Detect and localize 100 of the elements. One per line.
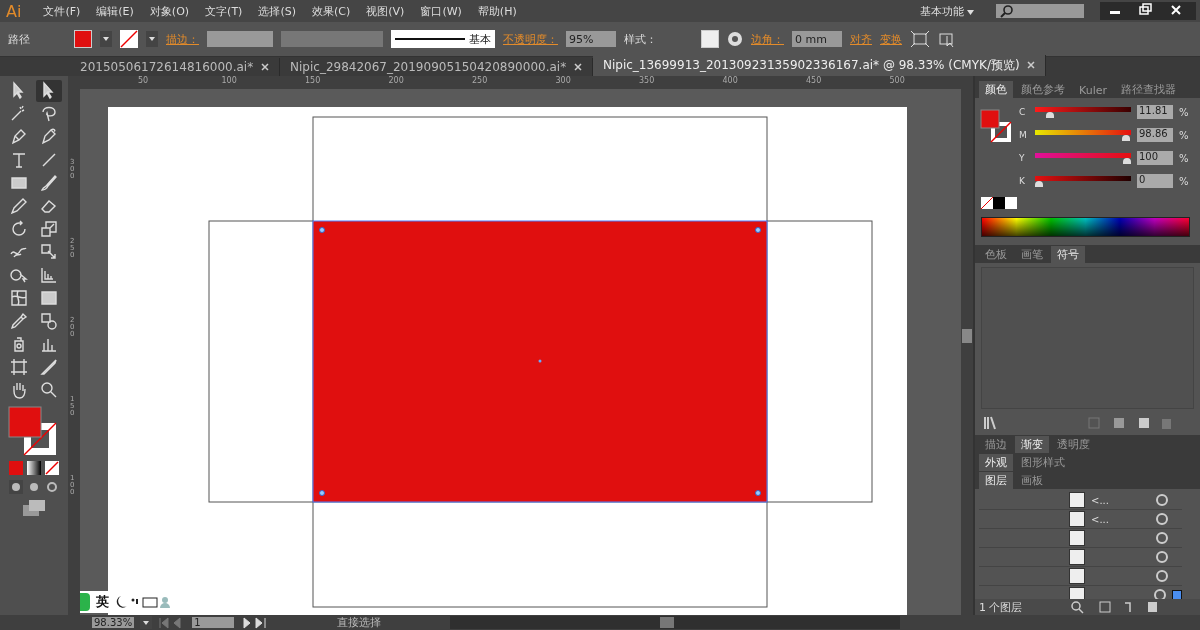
layer-row[interactable]: <... (979, 491, 1182, 510)
panel-tab[interactable]: 画笔 (1015, 246, 1049, 263)
style-swatch[interactable] (701, 30, 719, 48)
layer-thumbnail (1069, 530, 1085, 546)
menu-item[interactable]: 文件(F) (43, 3, 81, 19)
stroke-style-field[interactable]: 基本 (391, 30, 495, 48)
document-tab[interactable]: Nipic_13699913_20130923135902336167.ai* @ 98.33% (CMYK/预览) (592, 55, 1047, 76)
panel-tab[interactable]: 颜色参考 (1015, 81, 1071, 98)
layer-row[interactable]: <... (979, 510, 1182, 529)
channel-value-field[interactable]: 0 (1137, 174, 1173, 188)
menu-item[interactable]: 选择(S) (258, 3, 296, 19)
stroke-none-swatch[interactable] (120, 30, 138, 48)
target-icon[interactable] (1156, 570, 1168, 582)
search-icon (1000, 4, 1014, 18)
panel-tab[interactable]: 路径查找器 (1115, 81, 1182, 98)
slider-thumb[interactable] (1045, 111, 1054, 118)
percent-label: % (1179, 129, 1189, 141)
panel-tab[interactable]: 图形样式 (1015, 454, 1071, 471)
search-field[interactable] (996, 4, 1084, 18)
scrollbar-thumb[interactable] (660, 617, 675, 628)
menu-item[interactable]: 对象(O) (149, 3, 190, 19)
panel-tab[interactable]: 色板 (979, 246, 1013, 263)
target-icon[interactable] (1156, 532, 1168, 544)
panel-tab[interactable]: 渐变 (1015, 436, 1049, 453)
panel-tab[interactable]: 描边 (979, 436, 1013, 453)
color-spectrum[interactable] (981, 217, 1190, 237)
next-artboard-icons[interactable] (240, 616, 269, 629)
ruler-label: 450 (806, 76, 823, 87)
layer-thumbnail (1069, 549, 1085, 565)
slider-thumb[interactable] (1035, 180, 1043, 187)
panel-tab[interactable]: 外观 (979, 454, 1013, 471)
isolate-icon[interactable] (910, 30, 930, 48)
caret-icon (967, 9, 974, 15)
layer-count: 1 个图层 (979, 599, 1023, 615)
ruler-label: 100 (221, 76, 238, 87)
panel-tab[interactable]: 画板 (1015, 472, 1049, 489)
dropdown-caret[interactable] (100, 31, 112, 47)
variable-width-field[interactable] (281, 31, 383, 47)
fill-swatch[interactable] (74, 30, 92, 48)
close-icon[interactable] (261, 63, 269, 71)
menu-item[interactable]: 编辑(E) (96, 3, 134, 19)
target-icon[interactable] (1156, 494, 1168, 506)
globe-icon[interactable] (727, 31, 743, 47)
zoom-field[interactable]: 98.33% (92, 617, 135, 628)
corner-field[interactable]: 0 mm (792, 31, 842, 47)
channel-label: Y (1019, 153, 1026, 163)
layer-row[interactable] (979, 567, 1182, 586)
menu-item[interactable]: 效果(C) (312, 3, 351, 19)
channel-value-field[interactable]: 100 (1137, 151, 1173, 165)
selection-indicator[interactable] (1172, 590, 1182, 599)
artboard-number-field[interactable]: 1 (192, 617, 235, 628)
ruler-label: 400 (722, 76, 739, 87)
screen-mode-icon[interactable] (22, 499, 46, 517)
layer-thumbnail (1069, 492, 1085, 508)
percent-label: % (1179, 175, 1189, 187)
menu-item[interactable]: 帮助(H) (477, 3, 517, 19)
close-icon[interactable] (573, 63, 582, 71)
layer-thumbnail (1069, 568, 1085, 584)
layer-row[interactable] (979, 529, 1182, 548)
panel-tab[interactable]: 颜色 (979, 81, 1013, 98)
layer-name: <... (1091, 513, 1110, 525)
none-mode-button[interactable] (45, 461, 59, 475)
draw-mode-icons[interactable] (8, 479, 60, 495)
panel-tab[interactable]: 符号 (1051, 246, 1085, 263)
channel-label: M (1019, 130, 1028, 140)
ruler-label: 350 (639, 76, 656, 87)
ime-language-toggle[interactable]: 英 (96, 593, 109, 611)
scrollbar-thumb[interactable] (962, 329, 972, 343)
channel-value-field[interactable]: 11.81 (1137, 105, 1173, 119)
gradient-mode-button[interactable] (27, 461, 41, 475)
close-icon[interactable] (1027, 61, 1036, 69)
ruler-label: 300 (555, 76, 572, 87)
target-icon[interactable] (1156, 513, 1168, 525)
panel-tab[interactable]: Kuler (1073, 83, 1113, 98)
window-controls-drawing[interactable] (1100, 2, 1196, 20)
slider-thumb[interactable] (1123, 157, 1131, 164)
slider-thumb[interactable] (1122, 134, 1131, 141)
workspace-switcher[interactable]: 基本功能 (913, 2, 980, 20)
app-logo: Ai (5, 1, 23, 21)
panel-tab[interactable]: 图层 (979, 472, 1013, 489)
percent-label: % (1179, 106, 1189, 118)
quick-color-swatches[interactable] (981, 197, 1017, 211)
dropdown-caret[interactable] (146, 31, 158, 47)
color-mode-button[interactable] (9, 461, 23, 475)
stroke-weight-field[interactable] (207, 31, 273, 47)
percent-label: % (1179, 152, 1189, 164)
layer-name: <... (1091, 494, 1110, 506)
layer-thumbnail (1069, 511, 1085, 527)
channel-value-field[interactable]: 98.86 (1137, 128, 1173, 142)
menu-item[interactable]: 文字(T) (205, 3, 243, 19)
menu-item[interactable]: 视图(V) (366, 3, 405, 19)
ruler-label: 500 (889, 76, 906, 87)
layer-row[interactable] (979, 548, 1182, 567)
opacity-field[interactable]: 95% (566, 31, 616, 47)
target-icon[interactable] (1156, 551, 1168, 563)
panel-tab[interactable]: 透明度 (1051, 436, 1096, 453)
ruler-label: 250 (472, 76, 489, 87)
direct-selection-icon[interactable] (36, 80, 62, 102)
menu-item[interactable]: 窗口(W) (420, 3, 462, 19)
selection-label: 路径 (8, 31, 30, 47)
